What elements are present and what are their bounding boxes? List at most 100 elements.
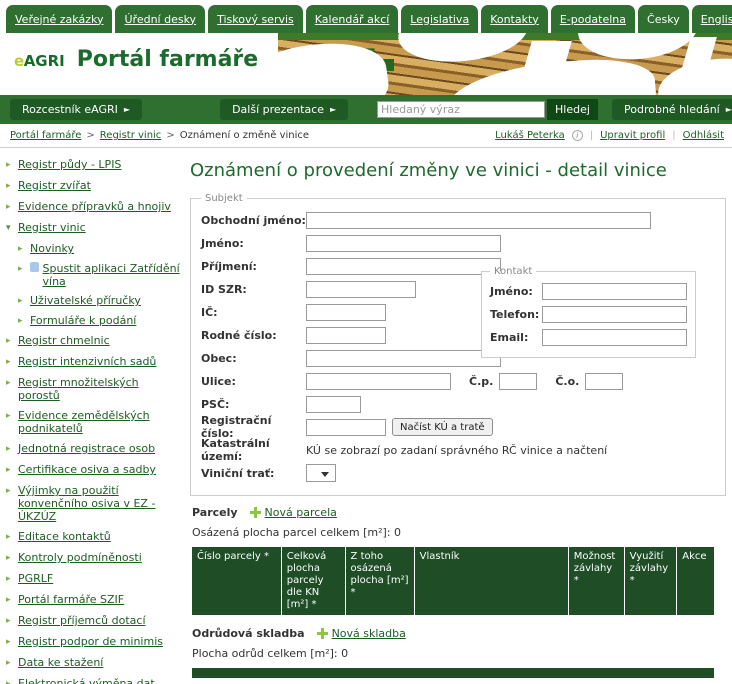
- col-cislo-parcely[interactable]: Číslo parcely *: [192, 547, 282, 615]
- id-szr-label: ID SZR:: [201, 282, 247, 296]
- site-logo[interactable]: e AGRI Portál farmáře: [14, 47, 258, 72]
- sidebar-item-elektronicka-vymena-dat[interactable]: ▸ Elektronická výměna dat: [6, 677, 182, 684]
- sidebar-item-label: Registr příjemců dotací: [18, 614, 146, 627]
- col-celkova-plocha[interactable]: Celková plocha parcely dle KN [m²] *: [281, 547, 346, 615]
- odrudova-skladba-table: [192, 668, 714, 678]
- sidebar-item-registr-vinic[interactable]: ▾ Registr vinic: [6, 221, 182, 235]
- sidebar-item-label: Elektronická výměna dat: [18, 677, 155, 684]
- sidebar-item-spustit-aplikaci[interactable]: ▸ Spustit aplikaci Zatřídění vína: [18, 262, 182, 288]
- jmeno-input[interactable]: [306, 234, 501, 252]
- top-tab-kontakty[interactable]: Kontakty: [481, 5, 548, 33]
- sidebar-item-evidence-zemedelskych-podnikatelu[interactable]: ▸ Evidence zemědělských podnikatelů: [6, 409, 182, 435]
- page-body: ▸ Registr půdy - LPIS ▸ Registr zvířat ▸ Ev…: [0, 148, 732, 684]
- sidebar-item-registr-zvirat[interactable]: ▸ Registr zvířat: [6, 179, 182, 193]
- parcely-table: Číslo parcely * Celková plocha parcely d…: [192, 547, 714, 615]
- nav-podrobne-hledani[interactable]: Podrobné hledání ►: [612, 99, 732, 120]
- search-button[interactable]: Hledej: [547, 99, 598, 120]
- chevron-right-icon: ▸: [6, 411, 11, 421]
- nav-rozcestnik-label: Rozcestník eAGRI: [22, 103, 118, 116]
- nova-parcela-link[interactable]: Nová parcela: [249, 506, 337, 519]
- top-tab-kalendar-akci[interactable]: Kalendář akcí: [305, 5, 399, 33]
- edit-profile-link[interactable]: Upravit profil: [600, 130, 665, 141]
- prijmeni-input[interactable]: [306, 257, 501, 275]
- table-header-row: Číslo parcely * Celková plocha parcely d…: [192, 547, 714, 615]
- id-szr-input[interactable]: [306, 280, 416, 298]
- page-title: Oznámení o provedení změny ve vinici - d…: [190, 160, 667, 181]
- field-row-kontakt-email: Email:: [490, 328, 687, 346]
- rodne-cislo-input[interactable]: [306, 326, 386, 344]
- logout-link[interactable]: Odhlásit: [683, 130, 724, 141]
- sidebar-submenu-registr-vinic: ▸ Novinky ▸ Spustit aplikaci Zatřídění vín…: [18, 242, 182, 328]
- col-moznost-zavlahy[interactable]: Možnost závlahy *: [568, 547, 625, 615]
- field-row-kontakt-jmeno: Jméno:: [490, 282, 687, 300]
- nav-dalsi-prezentace[interactable]: Další prezentace ►: [220, 99, 349, 120]
- top-tab-tiskovy-servis[interactable]: Tiskový servis: [208, 5, 303, 33]
- sidebar-item-kontroly-podminenosti[interactable]: ▸ Kontroly podmíněnosti: [6, 551, 182, 565]
- ulice-input[interactable]: [306, 372, 451, 390]
- registracni-cislo-input[interactable]: [306, 418, 386, 436]
- sidebar-item-formulare-k-podani[interactable]: ▸ Formuláře k podání: [18, 314, 182, 328]
- user-bar: Lukáš Peterka i | Upravit profil | Odhlá…: [495, 130, 724, 141]
- kontakt-email-input[interactable]: [542, 328, 687, 346]
- breadcrumb-separator: >: [166, 130, 175, 141]
- obec-input[interactable]: [306, 349, 501, 367]
- sidebar-item-registr-chmelnic[interactable]: ▸ Registr chmelnic: [6, 334, 182, 348]
- breadcrumb-item-registr-vinic[interactable]: Registr vinic: [100, 130, 162, 141]
- sidebar-item-label: Spustit aplikaci Zatřídění vína: [42, 262, 180, 288]
- vinicni-trat-select[interactable]: [306, 464, 336, 482]
- parcely-title: Parcely: [192, 506, 238, 519]
- chevron-right-icon: ▸: [6, 486, 11, 496]
- field-row-psc: PSČ:: [201, 395, 715, 413]
- sidebar-item-registr-podpor-de-minimis[interactable]: ▸ Registr podpor de minimis: [6, 635, 182, 649]
- sidebar-item-registr-intenzivnich-sadu[interactable]: ▸ Registr intenzivních sadů: [6, 355, 182, 369]
- kontakt-jmeno-input[interactable]: [542, 282, 687, 300]
- top-tab-uredni-desky[interactable]: Úřední desky: [115, 5, 206, 33]
- chevron-right-icon: ▸: [6, 160, 11, 170]
- sidebar-item-registr-prijemcu-dotaci[interactable]: ▸ Registr příjemců dotací: [6, 614, 182, 628]
- cp-input[interactable]: [499, 372, 538, 390]
- kontakt-telefon-input[interactable]: [542, 305, 687, 323]
- nacist-ku-a-trate-button[interactable]: Načíst KÚ a tratě: [392, 418, 493, 436]
- obec-label: Obec:: [201, 351, 237, 365]
- application-icon: [30, 262, 39, 272]
- search-input[interactable]: [377, 101, 545, 118]
- ic-input[interactable]: [306, 303, 386, 321]
- sidebar-item-pgrlf[interactable]: ▸ PGRLF: [6, 572, 182, 586]
- sidebar-item-editace-kontaktu[interactable]: ▸ Editace kontaktů: [6, 530, 182, 544]
- col-osazena-plocha[interactable]: Z toho osázená plocha [m²] *: [345, 547, 415, 615]
- top-tab-verejne-zakazky[interactable]: Veřejné zakázky: [6, 5, 113, 33]
- sidebar-item-vyjimky-konvencni-osivo[interactable]: ▸ Výjimky na použití konvenčního osiva v …: [6, 484, 182, 523]
- top-tab-e-podatelna[interactable]: E-podatelna: [550, 5, 636, 33]
- top-tab-label: Česky: [647, 12, 680, 26]
- sidebar-item-portal-farmare-szif[interactable]: ▸ Portál farmáře SZIF: [6, 593, 182, 607]
- sidebar-item-uzivatelske-prirucky[interactable]: ▸ Uživatelské příručky: [18, 294, 182, 308]
- nav-rozcestnik-eagri[interactable]: Rozcestník eAGRI ►: [10, 99, 143, 120]
- top-tab-label: Kalendář akcí: [314, 12, 390, 26]
- breadcrumb-bar: Portál farmáře > Registr vinic > Oznámen…: [0, 124, 732, 148]
- sidebar-item-registr-pudy[interactable]: ▸ Registr půdy - LPIS: [6, 158, 182, 172]
- sidebar-item-certifikace-osiva[interactable]: ▸ Certifikace osiva a sadby: [6, 463, 182, 477]
- top-tab-cesky[interactable]: Česky: [638, 5, 689, 33]
- top-tab-english[interactable]: English: [691, 5, 732, 33]
- chevron-right-icon: ►: [330, 105, 337, 114]
- psc-input[interactable]: [306, 395, 361, 413]
- info-icon[interactable]: i: [571, 130, 583, 141]
- obchodni-jmeno-input[interactable]: [306, 211, 651, 229]
- col-akce[interactable]: Akce: [676, 547, 714, 615]
- sidebar-item-jednotna-registrace-osob[interactable]: ▸ Jednotná registrace osob: [6, 442, 182, 456]
- user-name-link[interactable]: Lukáš Peterka: [495, 130, 565, 141]
- nova-skladba-link[interactable]: Nová skladba: [316, 627, 406, 640]
- sidebar-item-label: Novinky: [30, 242, 74, 255]
- co-input[interactable]: [585, 372, 624, 390]
- sidebar-item-novinky[interactable]: ▸ Novinky: [18, 242, 182, 256]
- col-vyuziti-zavlahy[interactable]: Využití závlahy *: [624, 547, 678, 615]
- odrudy-col-placeholder[interactable]: [192, 668, 714, 678]
- sidebar-item-evidence-pripravku[interactable]: ▸ Evidence přípravků a hnojiv: [6, 200, 182, 214]
- top-navigation-bar: Veřejné zakázky Úřední desky Tiskový ser…: [0, 0, 732, 33]
- breadcrumb-item-portal[interactable]: Portál farmáře: [10, 130, 81, 141]
- sidebar-item-label: Certifikace osiva a sadby: [18, 463, 156, 476]
- sidebar-item-data-ke-stazeni[interactable]: ▸ Data ke stažení: [6, 656, 182, 670]
- sidebar-item-registr-mnozitelskych-porostu[interactable]: ▸ Registr množitelských porostů: [6, 376, 182, 402]
- top-tab-legislativa[interactable]: Legislativa: [401, 5, 479, 33]
- col-vlastnik[interactable]: Vlastník: [414, 547, 569, 615]
